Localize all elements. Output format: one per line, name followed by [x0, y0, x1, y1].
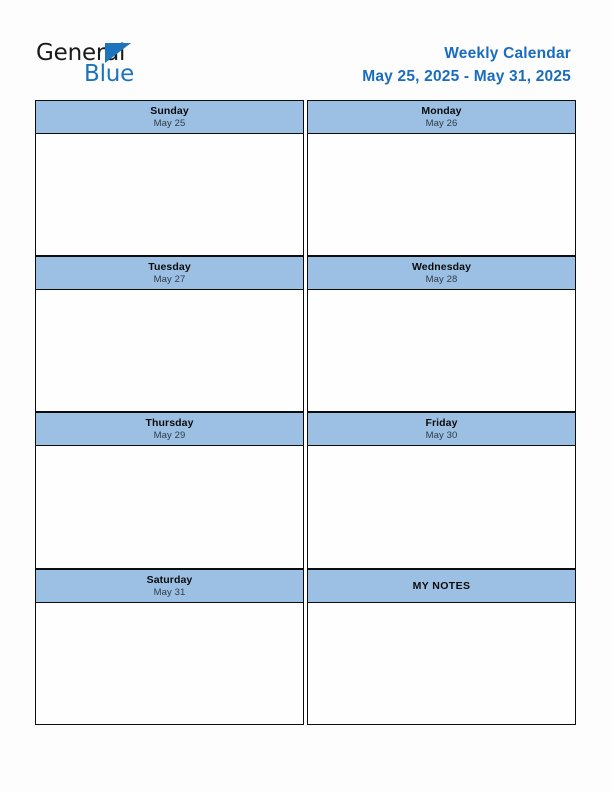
day-date-label: May 27 [153, 274, 186, 285]
calendar-cell-header-my-notes: MY NOTES [307, 569, 576, 603]
triangle-icon [105, 43, 131, 63]
calendar-cell-thursday: Thursday May 29 [35, 412, 304, 569]
calendar-cell-header-sunday: Sunday May 25 [35, 100, 304, 134]
day-write-area-tuesday[interactable] [35, 290, 304, 412]
brand-logo: General Blue [36, 40, 216, 90]
day-name-label: Monday [421, 104, 462, 117]
calendar-column-left: Sunday May 25 Tuesday May 27 Thursday May 29 S… [35, 100, 304, 725]
date-range-subtitle: May 25, 2025 - May 31, 2025 [362, 68, 571, 85]
calendar-cell-header-friday: Friday May 30 [307, 412, 576, 446]
day-write-area-friday[interactable] [307, 446, 576, 569]
page-title-block: Weekly Calendar May 25, 2025 - May 31, 2… [362, 44, 571, 88]
day-write-area-wednesday[interactable] [307, 290, 576, 412]
calendar-cell-my-notes: MY NOTES [307, 569, 576, 725]
calendar-cell-header-wednesday: Wednesday May 28 [307, 256, 576, 290]
day-date-label: May 29 [153, 430, 186, 441]
day-name-label: Tuesday [148, 260, 191, 273]
day-write-area-monday[interactable] [307, 134, 576, 256]
calendar-cell-sunday: Sunday May 25 [35, 100, 304, 256]
day-name-label: Sunday [150, 104, 189, 117]
day-date-label: May 30 [425, 430, 458, 441]
day-date-label: May 25 [153, 118, 186, 129]
calendar-cell-wednesday: Wednesday May 28 [307, 256, 576, 412]
day-name-label: Wednesday [411, 260, 472, 273]
notes-write-area[interactable] [307, 603, 576, 725]
brand-name-blue: Blue [84, 61, 135, 87]
calendar-cell-tuesday: Tuesday May 27 [35, 256, 304, 412]
calendar-cell-saturday: Saturday May 31 [35, 569, 304, 725]
day-date-label: May 31 [153, 587, 186, 598]
day-date-label: May 26 [425, 118, 458, 129]
calendar-cell-friday: Friday May 30 [307, 412, 576, 569]
notes-label: MY NOTES [412, 579, 471, 592]
day-name-label: Thursday [145, 416, 194, 429]
day-write-area-saturday[interactable] [35, 603, 304, 725]
page-title: Weekly Calendar [444, 45, 571, 62]
day-date-label: May 28 [425, 274, 458, 285]
weekly-calendar-grid: Sunday May 25 Tuesday May 27 Thursday May 29 S… [35, 100, 576, 725]
calendar-cell-monday: Monday May 26 [307, 100, 576, 256]
calendar-cell-header-thursday: Thursday May 29 [35, 412, 304, 446]
day-name-label: Friday [425, 416, 458, 429]
day-name-label: Saturday [146, 573, 193, 586]
day-write-area-thursday[interactable] [35, 446, 304, 569]
day-write-area-sunday[interactable] [35, 134, 304, 256]
calendar-column-right: Monday May 26 Wednesday May 28 Friday May 30 M… [307, 100, 576, 725]
page-header: General Blue Weekly Calendar May 25, 202… [0, 0, 612, 100]
calendar-cell-header-saturday: Saturday May 31 [35, 569, 304, 603]
calendar-cell-header-monday: Monday May 26 [307, 100, 576, 134]
calendar-cell-header-tuesday: Tuesday May 27 [35, 256, 304, 290]
